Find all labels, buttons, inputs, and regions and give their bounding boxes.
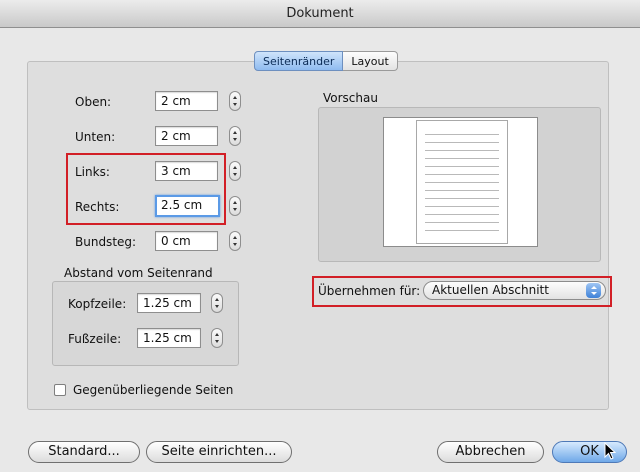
preview-text-line — [425, 174, 499, 175]
tab-bar: Seitenränder Layout — [254, 51, 398, 71]
preview-text-line — [425, 206, 499, 207]
preview-text-line — [425, 150, 499, 151]
preview-text-line — [425, 222, 499, 223]
mirror-margins-checkbox[interactable] — [54, 384, 66, 396]
mirror-margins-label: Gegenüberliegende Seiten — [73, 383, 234, 397]
window-title: Dokument — [0, 0, 640, 28]
left-margin-stepper[interactable] — [229, 161, 241, 181]
bottom-margin-stepper[interactable] — [229, 126, 241, 146]
right-margin-stepper[interactable] — [229, 196, 241, 216]
footer-label: Fußzeile: — [68, 332, 122, 346]
preview-text-line — [425, 166, 499, 167]
preview-text-line — [425, 142, 499, 143]
gutter-label: Bundsteg: — [75, 235, 137, 249]
bottom-margin-field[interactable]: 2 cm — [155, 126, 218, 146]
document-dialog: Dokument Seitenränder Layout Oben: Unten… — [0, 0, 640, 472]
page-setup-button[interactable]: Seite einrichten... — [146, 441, 292, 463]
header-field[interactable]: 1.25 cm — [137, 293, 201, 313]
gutter-stepper[interactable] — [229, 231, 241, 251]
preview-text-line — [425, 182, 499, 183]
header-footer-group-label: Abstand vom Seitenrand — [64, 266, 213, 280]
preview-label: Vorschau — [323, 91, 378, 105]
bottom-margin-label: Unten: — [75, 130, 116, 144]
top-margin-label: Oben: — [75, 95, 112, 109]
popup-arrows-icon — [586, 283, 601, 298]
apply-to-label: Übernehmen für: — [318, 284, 421, 298]
gutter-field[interactable]: 0 cm — [155, 231, 218, 251]
preview-text-line — [425, 198, 499, 199]
apply-to-popup[interactable]: Aktuellen Abschnitt — [423, 281, 606, 300]
preview-text-line — [425, 190, 499, 191]
footer-stepper[interactable] — [211, 328, 223, 348]
header-label: Kopfzeile: — [68, 297, 127, 311]
mouse-pointer-icon — [604, 442, 617, 460]
preview-text-line — [425, 230, 499, 231]
left-right-highlight — [66, 153, 226, 225]
preview-text-line — [425, 134, 499, 135]
preview-text-line — [425, 214, 499, 215]
top-margin-field[interactable]: 2 cm — [155, 91, 218, 111]
standard-button[interactable]: Standard... — [28, 441, 140, 463]
preview-text-line — [425, 158, 499, 159]
footer-field[interactable]: 1.25 cm — [137, 328, 201, 348]
tab-seitenraender[interactable]: Seitenränder — [254, 51, 344, 71]
header-stepper[interactable] — [211, 293, 223, 313]
tab-layout[interactable]: Layout — [343, 51, 398, 71]
cancel-button[interactable]: Abbrechen — [437, 441, 544, 463]
top-margin-stepper[interactable] — [229, 91, 241, 111]
